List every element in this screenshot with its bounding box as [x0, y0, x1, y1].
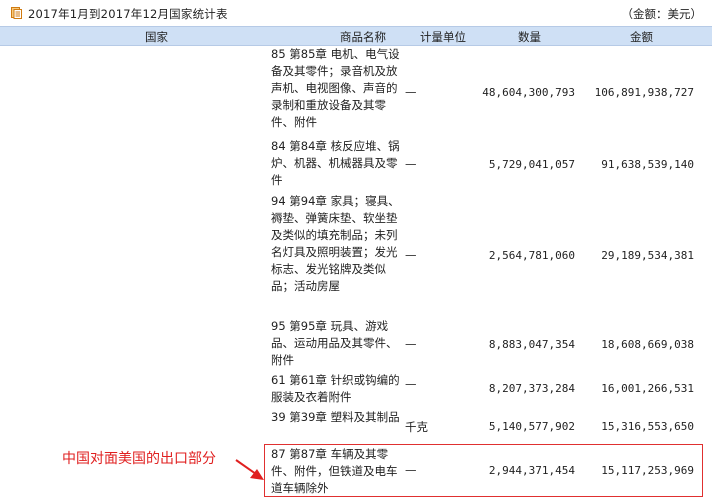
unit-cell: — [405, 377, 417, 391]
title-bar: 2017年1月到2017年12月国家统计表 （金额：美元） [0, 0, 712, 26]
quantity-cell: 2,564,781,060 [488, 249, 575, 262]
table-header: 国家 商品名称 计量单位 数量 金额 [0, 26, 712, 46]
column-unit: 计量单位 [420, 30, 466, 44]
column-amount: 金额 [630, 30, 653, 44]
amount-cell: 15,117,253,969 [601, 464, 694, 477]
unit-cell: 千克 [405, 420, 428, 434]
product-name-cell: 85 第85章 电机、电气设备及其零件；录音机及放声机、电视图像、声音的录制和重… [271, 47, 400, 129]
quantity-cell: 8,207,373,284 [488, 382, 575, 395]
amount-cell: 29,189,534,381 [601, 249, 694, 262]
amount-cell: 16,001,266,531 [601, 382, 694, 395]
unit-cell: — [405, 248, 417, 262]
unit-cell: — [405, 157, 417, 171]
amount-cell: 91,638,539,140 [601, 158, 694, 171]
product-name-cell: 87 第87章 车辆及其零件、附件，但铁道及电车道车辆除外 [271, 447, 398, 495]
unit-cell: — [405, 463, 417, 477]
quantity-cell: 48,604,300,793 [482, 86, 575, 99]
amount-cell: 18,608,669,038 [601, 338, 694, 351]
page-title: 2017年1月到2017年12月国家统计表 [28, 7, 228, 21]
unit-cell: — [405, 85, 417, 99]
quantity-cell: 8,883,047,354 [488, 338, 575, 351]
annotation-text: 中国对面美国的出口部分 [62, 451, 216, 467]
product-name-cell: 84 第84章 核反应堆、锅炉、机器、机械器具及零件 [271, 139, 400, 187]
column-product-name: 商品名称 [340, 30, 386, 44]
quantity-cell: 2,944,371,454 [488, 464, 575, 477]
column-quantity: 数量 [518, 30, 541, 44]
amount-cell: 15,316,553,650 [601, 420, 694, 433]
unit-cell: — [405, 337, 417, 351]
product-name-cell: 95 第95章 玩具、游戏品、运动用品及其零件、附件 [271, 319, 398, 367]
amount-cell: 106,891,938,727 [594, 86, 694, 99]
column-country: 国家 [145, 30, 168, 44]
quantity-cell: 5,140,577,902 [488, 420, 575, 433]
document-icon [11, 7, 22, 19]
product-name-cell: 39 第39章 塑料及其制品 [271, 410, 400, 424]
amount-unit-label: （金额：美元） [621, 7, 703, 21]
product-name-cell: 61 第61章 针织或钩编的服装及衣着附件 [271, 373, 400, 404]
quantity-cell: 5,729,041,057 [488, 158, 575, 171]
product-name-cell: 94 第94章 家具；寝具、褥垫、弹簧床垫、软坐垫及类似的填充制品；未列名灯具及… [271, 194, 400, 293]
